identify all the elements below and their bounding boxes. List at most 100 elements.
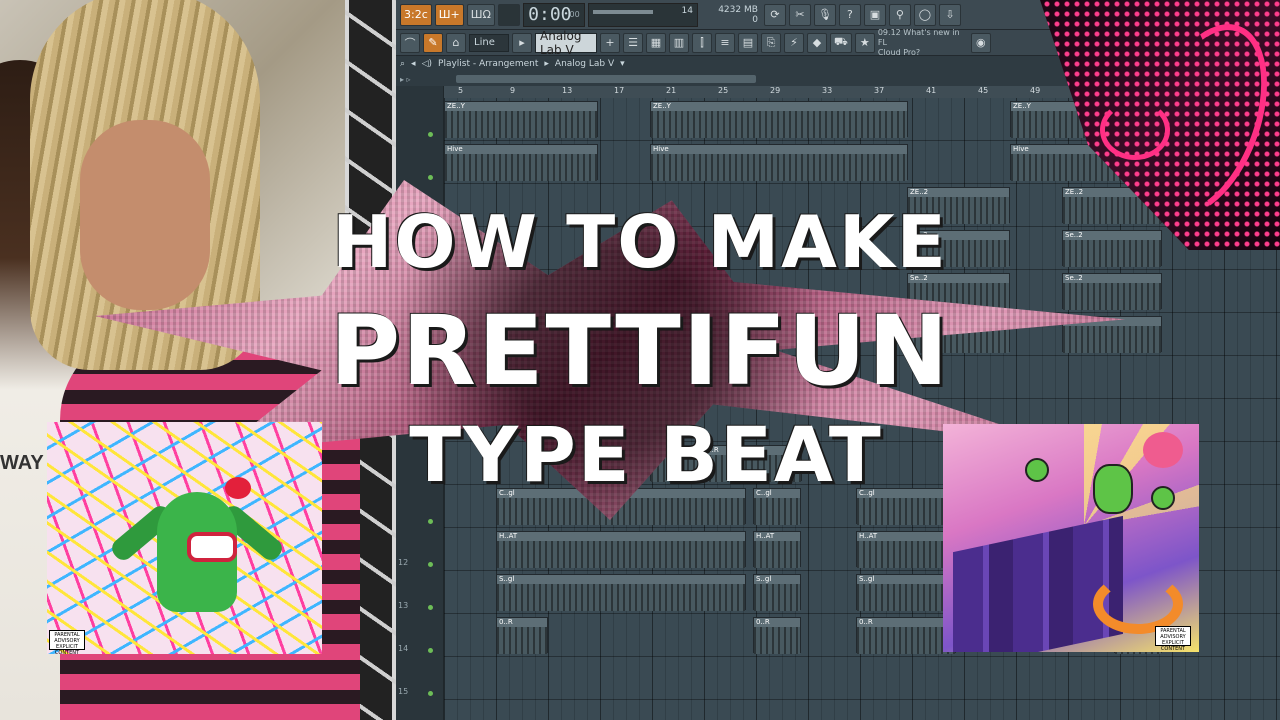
- download-icon[interactable]: ⇩: [938, 3, 961, 26]
- track-mute-led[interactable]: [428, 132, 433, 137]
- parental-advisory-badge: PARENTAL ADVISORY EXPLICIT CONTENT: [49, 630, 85, 654]
- clip-label: ZE..Y: [651, 102, 907, 111]
- clip-notes: [497, 541, 745, 568]
- track-mute-led[interactable]: [428, 175, 433, 180]
- album-cover-right: PARENTAL ADVISORY EXPLICIT CONTENT: [943, 424, 1199, 652]
- song-mode-button[interactable]: Ш+: [434, 3, 464, 26]
- snap-select[interactable]: Line: [469, 33, 509, 52]
- star-icon[interactable]: ★: [854, 32, 875, 53]
- add-icon[interactable]: +: [600, 32, 620, 53]
- clip-notes: [651, 154, 907, 181]
- pattern-clip[interactable]: S..gl: [496, 574, 746, 611]
- time-display[interactable]: 0:00 00: [522, 2, 585, 27]
- channel-rack-icon[interactable]: ▥: [669, 32, 689, 53]
- ruler-mark: 13: [562, 86, 573, 95]
- arrow-left-icon[interactable]: ◂: [411, 59, 416, 69]
- globe-icon[interactable]: ◉: [970, 32, 991, 53]
- cpu-meter: 14: [587, 2, 698, 27]
- track-mute-led[interactable]: [428, 605, 433, 610]
- play-stop-button[interactable]: [497, 3, 520, 26]
- breadcrumb-item[interactable]: Analog Lab V: [555, 59, 614, 69]
- album-cover-left: PARENTAL ADVISORY EXPLICIT CONTENT: [47, 422, 322, 654]
- track-mute-led[interactable]: [428, 648, 433, 653]
- pattern-clip[interactable]: S..gl: [856, 574, 956, 611]
- cut-icon[interactable]: ✂: [788, 3, 811, 26]
- clip-notes: [857, 584, 955, 611]
- clip-notes: [445, 154, 597, 181]
- horizontal-scrollbar[interactable]: [455, 75, 756, 83]
- pattern-clip[interactable]: H..AT: [856, 531, 956, 568]
- chat-icon[interactable]: ◯: [913, 3, 936, 26]
- track-mute-led[interactable]: [428, 562, 433, 567]
- record-mode-button[interactable]: ШΩ: [466, 3, 495, 26]
- cpu-value: 14: [681, 5, 693, 16]
- pattern-clip[interactable]: 0..R: [753, 617, 801, 654]
- green-creature: [1093, 464, 1133, 514]
- title-line-2: PRETTIFUN: [329, 295, 951, 407]
- pattern-clip[interactable]: 0..R: [496, 617, 548, 654]
- hat-icon[interactable]: ⌂: [446, 32, 466, 53]
- track-number: 12: [398, 558, 409, 567]
- pattern-clip[interactable]: H..AT: [496, 531, 746, 568]
- clip-notes: [497, 584, 745, 611]
- magnet-icon[interactable]: ⌒: [400, 32, 420, 53]
- track-number: 13: [398, 601, 409, 610]
- pattern-clip[interactable]: 0..R: [856, 617, 956, 654]
- ruler-mark: 29: [770, 86, 781, 95]
- mixer-icon[interactable]: ⫿: [692, 32, 712, 53]
- pattern-clip[interactable]: S..gl: [753, 574, 801, 611]
- news-panel[interactable]: 09.12 What's new in FL Cloud Pro?: [878, 28, 968, 58]
- bookmark-icon[interactable]: ⎘: [761, 32, 781, 53]
- breadcrumb-sep-icon: ▸: [544, 59, 549, 69]
- clip-notes: [857, 498, 955, 525]
- arrow-icon[interactable]: ▸: [512, 32, 532, 53]
- parental-advisory-badge: PARENTAL ADVISORY EXPLICIT CONTENT: [1155, 626, 1191, 652]
- plug-icon[interactable]: ⚡: [784, 32, 804, 53]
- plugin-select[interactable]: Analog Lab V: [535, 29, 597, 57]
- plugin-picker-icon[interactable]: ▤: [738, 32, 758, 53]
- pianoroll-icon[interactable]: ▦: [646, 32, 666, 53]
- clip-label: S..gl: [857, 575, 955, 584]
- clip-label: 0..R: [754, 618, 800, 627]
- pattern-clip[interactable]: ZE..Y: [444, 101, 598, 138]
- pattern-clip[interactable]: H..AT: [753, 531, 801, 568]
- ruler-mark: 21: [666, 86, 677, 95]
- pattern-clip[interactable]: ZE..Y: [650, 101, 908, 138]
- plugin-icon[interactable]: ⚲: [888, 3, 911, 26]
- refresh-icon[interactable]: ⟳: [763, 3, 786, 26]
- playlist-icon[interactable]: ☰: [623, 32, 643, 53]
- track-number: 14: [398, 644, 409, 653]
- clip-label: H..AT: [497, 532, 745, 541]
- memory-readout: 4232 MB 0: [701, 3, 761, 27]
- draw-tool-icon[interactable]: ✎: [423, 32, 443, 53]
- save-icon[interactable]: ▣: [863, 3, 886, 26]
- track-mute-led[interactable]: [428, 519, 433, 524]
- clip-notes: [857, 541, 955, 568]
- cpu-bar: [592, 9, 653, 14]
- pattern-mode-button[interactable]: 3:2c: [400, 3, 432, 26]
- pattern-clip[interactable]: Hive: [650, 144, 908, 181]
- mic-icon[interactable]: 🎙: [813, 3, 836, 26]
- clip-label: S..gl: [754, 575, 800, 584]
- clip-notes: [754, 498, 800, 525]
- cart-icon[interactable]: ⛟: [830, 32, 852, 53]
- pattern-clip[interactable]: Hive: [444, 144, 598, 181]
- time-centiseconds: 00: [569, 10, 580, 19]
- clip-notes: [497, 627, 547, 654]
- speaker-icon[interactable]: ◁): [422, 59, 432, 69]
- track-mute-led[interactable]: [428, 691, 433, 696]
- help-icon[interactable]: ?: [838, 3, 861, 26]
- heart-icon: [1143, 432, 1183, 468]
- shield-icon[interactable]: ◆: [807, 32, 827, 53]
- clip-label: ZE..2: [908, 188, 1009, 197]
- clip-label: 0..R: [857, 618, 955, 627]
- memory-sub: 0: [752, 14, 758, 25]
- time-value: 0:00: [528, 4, 572, 25]
- memory-value: 4232 MB: [718, 4, 758, 15]
- ruler-mark: 9: [510, 86, 516, 95]
- browser-icon[interactable]: ≡: [715, 32, 735, 53]
- clip-label: ZE..Y: [445, 102, 597, 111]
- search-icon[interactable]: ⌕: [400, 59, 405, 69]
- clip-notes: [651, 111, 907, 138]
- clip-notes: [754, 627, 800, 654]
